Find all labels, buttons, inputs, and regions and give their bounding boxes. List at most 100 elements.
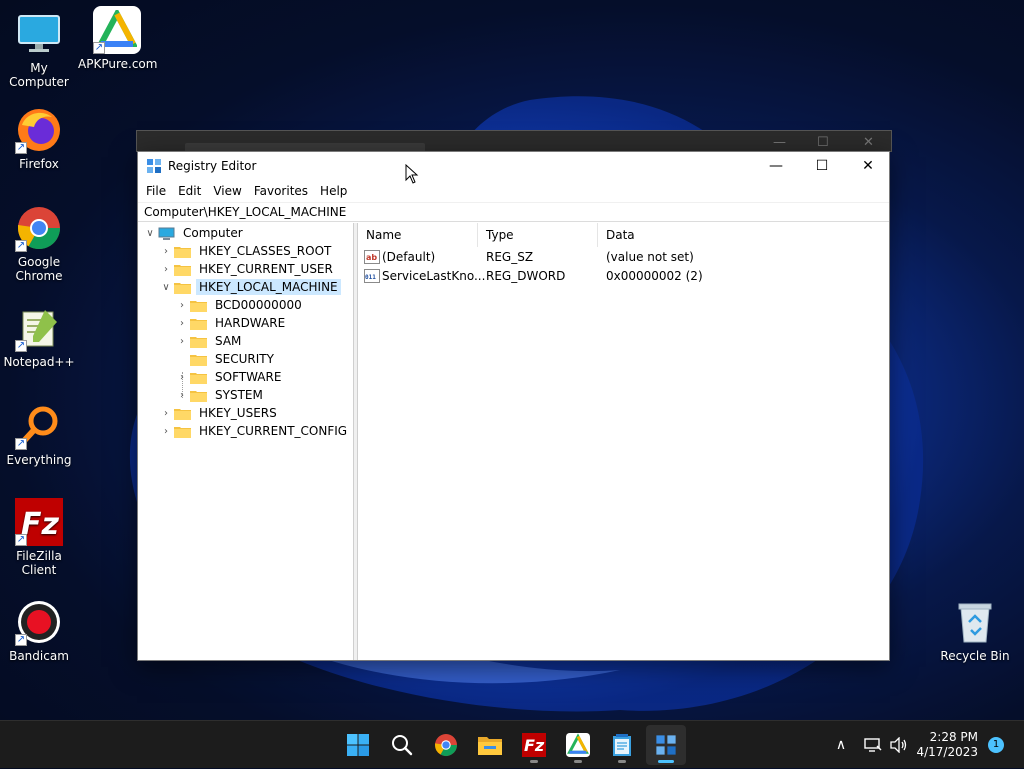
address-bar[interactable]: Computer\HKEY_LOCAL_MACHINE [138, 202, 889, 222]
menu-edit[interactable]: Edit [172, 184, 207, 198]
taskbar-registry-editor[interactable] [646, 725, 686, 765]
tree-node-hkcc[interactable]: › HKEY_CURRENT_CONFIG [158, 422, 350, 440]
desktop-icon-chrome[interactable]: ↗ Google Chrome [0, 204, 78, 283]
clock-date: 4/17/2023 [916, 745, 978, 759]
key-tree: ∨ Computer › HKEY_CLASSES_ROOT › HKEY_CU… [138, 223, 354, 660]
chevron-right-icon[interactable]: › [174, 296, 190, 314]
desktop-icon-my-computer[interactable]: My Computer [0, 10, 78, 89]
tree-node-hku[interactable]: › HKEY_USERS [158, 404, 280, 422]
desktop-icon-everything[interactable]: ↗ Everything [0, 402, 78, 467]
shortcut-arrow-icon: ↗ [15, 634, 27, 646]
search-icon [392, 735, 413, 756]
desktop-icon-filezilla[interactable]: Fz ↗ FileZilla Client [0, 498, 78, 577]
taskbar: Fz ∧ 2:28 PM 4/17/2023 1 [0, 720, 1024, 768]
computer-icon [158, 227, 175, 240]
chevron-right-icon[interactable]: › [174, 332, 190, 350]
desktop-icon-firefox[interactable]: ↗ Firefox [0, 106, 78, 171]
chevron-down-icon[interactable]: ∨ [158, 278, 174, 296]
filezilla-icon: Fz ↗ [15, 498, 63, 546]
folder-icon [174, 246, 191, 258]
taskbar-chrome[interactable] [426, 725, 466, 765]
chevron-right-icon[interactable]: › [158, 260, 174, 278]
tree-node-hardware[interactable]: › HARDWARE [174, 314, 288, 332]
title-bar[interactable]: Registry Editor — ☐ ✕ [138, 152, 889, 180]
monitor-icon [15, 10, 63, 58]
tree-node-sam[interactable]: › SAM [174, 332, 244, 350]
start-button[interactable] [338, 725, 378, 765]
taskbar-apkpure[interactable] [558, 725, 598, 765]
folder-icon [190, 336, 207, 348]
desktop-icon-bandicam[interactable]: ↗ Bandicam [0, 598, 78, 663]
close-button[interactable]: ✕ [845, 152, 891, 180]
chevron-right-icon[interactable]: › [158, 404, 174, 422]
registry-editor-window: Registry Editor — ☐ ✕ File Edit View Fav… [137, 151, 890, 661]
show-hidden-icons-button[interactable]: ∧ [832, 737, 850, 753]
menu-view[interactable]: View [207, 184, 247, 198]
windows-logo-icon [347, 734, 369, 756]
tree-node-hkcr[interactable]: › HKEY_CLASSES_ROOT [158, 242, 334, 260]
desktop-icon-notepadpp[interactable]: ↗ Notepad++ [0, 304, 78, 369]
shortcut-arrow-icon: ↗ [15, 240, 27, 252]
chevron-right-icon[interactable]: › [174, 386, 190, 404]
desktop-icon-label: Google Chrome [15, 255, 63, 283]
folder-icon [190, 390, 207, 402]
binary-value-icon: 011 [364, 268, 380, 283]
tree-connector [174, 350, 190, 368]
chevron-right-icon[interactable]: › [158, 422, 174, 440]
desktop-icon-label: Everything [6, 453, 72, 467]
svg-text:Fz: Fz [524, 736, 545, 755]
desktop-icon-label: FileZilla Client [16, 549, 62, 577]
folder-icon [174, 408, 191, 420]
network-icon[interactable] [864, 737, 882, 753]
value-type: REG_SZ [486, 249, 534, 264]
chevron-right-icon[interactable]: › [174, 314, 190, 332]
shortcut-arrow-icon: ↗ [15, 142, 27, 154]
folder-icon [174, 264, 191, 276]
folder-open-icon [174, 282, 191, 294]
column-header-name[interactable]: Name [358, 223, 478, 247]
tree-node-system[interactable]: › SYSTEM [174, 386, 266, 404]
mouse-cursor-icon [405, 164, 419, 184]
tree-node-software[interactable]: › SOFTWARE [174, 368, 284, 386]
volume-icon[interactable] [890, 737, 908, 753]
magnifier-icon: ↗ [15, 402, 63, 450]
desktop-icon-apkpure[interactable]: ↗ APKPure.com [78, 6, 157, 71]
window-title: Registry Editor [168, 159, 257, 173]
maximize-button[interactable]: ☐ [799, 152, 845, 180]
menu-help[interactable]: Help [314, 184, 353, 198]
column-header-type[interactable]: Type [478, 223, 598, 247]
value-row[interactable]: 011 ServiceLastKno... REG_DWORD 0x000000… [358, 266, 889, 285]
tree-node-hkcu[interactable]: › HKEY_CURRENT_USER [158, 260, 336, 278]
registry-editor-icon [656, 735, 676, 755]
apkpure-icon: ↗ [93, 6, 141, 54]
clock-time: 2:28 PM [929, 730, 978, 744]
chevron-right-icon[interactable]: › [158, 242, 174, 260]
column-header-data[interactable]: Data [598, 223, 888, 247]
tree-node-security[interactable]: SECURITY [174, 350, 277, 368]
taskbar-notepad[interactable] [602, 725, 642, 765]
registry-editor-icon [147, 159, 161, 173]
tree-node-hklm[interactable]: ∨ HKEY_LOCAL_MACHINE [158, 278, 341, 296]
taskbar-search-button[interactable] [382, 725, 422, 765]
menu-file[interactable]: File [140, 184, 172, 198]
minimize-icon: — [773, 135, 786, 150]
taskbar-filezilla[interactable]: Fz [514, 725, 554, 765]
menu-favorites[interactable]: Favorites [248, 184, 314, 198]
taskbar-clock[interactable]: 2:28 PM 4/17/2023 [916, 730, 978, 760]
desktop-icon-label: Firefox [19, 157, 59, 171]
minimize-button[interactable]: — [753, 152, 799, 180]
tree-node-computer[interactable]: ∨ Computer [142, 224, 246, 242]
tree-node-bcd[interactable]: › BCD00000000 [174, 296, 305, 314]
close-icon: ✕ [863, 135, 874, 150]
value-name: ServiceLastKno... [382, 268, 486, 283]
filezilla-icon: Fz [522, 733, 546, 757]
notification-badge[interactable]: 1 [988, 737, 1004, 753]
desktop-icon-recycle-bin[interactable]: Recycle Bin [936, 598, 1014, 663]
svg-text:ab: ab [366, 253, 377, 262]
apkpure-icon [566, 733, 590, 757]
chrome-icon [435, 734, 457, 756]
taskbar-file-explorer[interactable] [470, 725, 510, 765]
chevron-down-icon[interactable]: ∨ [142, 224, 158, 242]
chevron-right-icon[interactable]: › [174, 368, 190, 386]
value-row[interactable]: ab (Default) REG_SZ (value not set) [358, 247, 889, 266]
